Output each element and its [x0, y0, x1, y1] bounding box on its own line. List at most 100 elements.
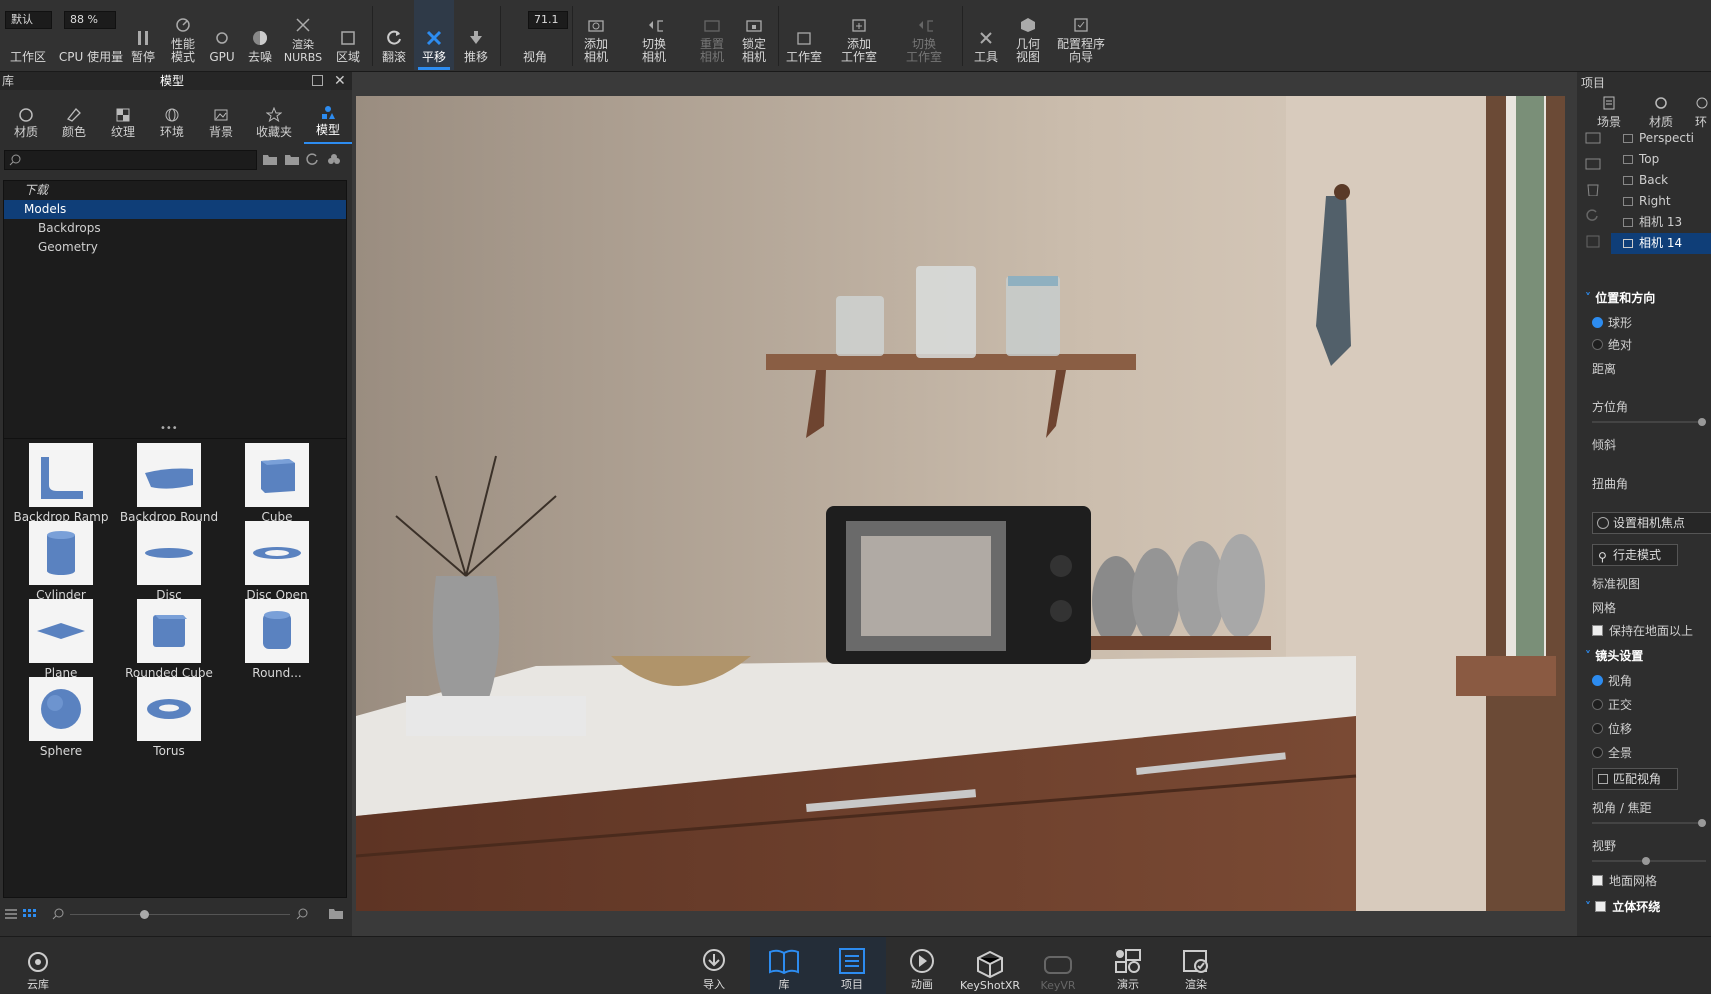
pause-button[interactable]: 暂停	[126, 0, 160, 70]
slider-knob[interactable]	[1698, 819, 1706, 827]
model-thumb-rounded-cube[interactable]: Rounded Cube	[116, 599, 222, 680]
radio-absolute[interactable]: 绝对	[1592, 336, 1632, 353]
model-thumb-cylinder[interactable]: Cylinder	[8, 521, 114, 602]
radio-panoramic[interactable]: 全景	[1592, 744, 1632, 761]
keep-above-ground-checkbox[interactable]: 保持在地面以上	[1592, 622, 1693, 639]
tree-item-backdrops[interactable]: Backdrops	[4, 219, 346, 238]
radio-fov[interactable]: 视角	[1592, 672, 1632, 689]
render-button[interactable]: 渲染	[1162, 937, 1230, 994]
cpu-usage-button[interactable]: CPU 使用量	[58, 0, 124, 70]
tab-models[interactable]: 模型	[304, 94, 352, 144]
tab-textures[interactable]: 纹理	[99, 94, 147, 144]
tools-button[interactable]: 工具	[968, 0, 1004, 70]
model-thumb-backdrop-round[interactable]: Backdrop Round	[116, 443, 222, 524]
cloud-library-button[interactable]: 云库	[4, 937, 72, 994]
tumble-button[interactable]: 翻滚	[376, 0, 412, 70]
render-viewport[interactable]	[356, 96, 1565, 911]
performance-mode-button[interactable]: 性能 模式	[164, 0, 202, 70]
section-position-orientation[interactable]: ˅ 位置和方向	[1585, 289, 1655, 306]
tab-material[interactable]: 材质	[1643, 96, 1679, 130]
radio-shift[interactable]: 位移	[1592, 720, 1632, 737]
render-nurbs-button[interactable]: 渲染 NURBS	[282, 0, 324, 70]
pan-button[interactable]: 平移	[414, 0, 454, 70]
section-stereo[interactable]: ˅ 立体环绕	[1585, 898, 1660, 915]
cloud-share-icon[interactable]	[326, 152, 342, 166]
open-folder-icon[interactable]	[328, 906, 344, 920]
perspective-button[interactable]: 视角	[504, 0, 566, 70]
tab-scene[interactable]: 场景	[1591, 96, 1627, 130]
match-perspective-button[interactable]: 匹配视角	[1592, 768, 1678, 790]
tab-materials[interactable]: 材质	[2, 94, 50, 144]
stereo-checkbox[interactable]	[1595, 901, 1607, 912]
radio-spherical[interactable]: 球形	[1592, 314, 1632, 331]
refresh-icon[interactable]	[1585, 208, 1601, 222]
camera-item-top[interactable]: Top	[1611, 149, 1711, 170]
section-lens-settings[interactable]: ˅ 镜头设置	[1585, 647, 1643, 664]
set-camera-focus-button[interactable]: 设置相机焦点	[1592, 512, 1711, 534]
tree-item-models[interactable]: Models	[4, 200, 346, 219]
tab-environment[interactable]: 环	[1695, 96, 1711, 130]
float-panel-icon[interactable]	[312, 75, 323, 86]
slider-knob[interactable]	[1642, 857, 1650, 865]
save-icon[interactable]	[1585, 234, 1601, 248]
configurator-wizard-button[interactable]: 配置程序 向导	[1052, 0, 1110, 70]
studio-button[interactable]: 工作室	[782, 0, 826, 70]
model-thumb-disc-open[interactable]: Disc Open	[224, 521, 330, 602]
gpu-button[interactable]: GPU	[206, 0, 238, 70]
keyshotxr-button[interactable]: KeyShotXR	[956, 937, 1024, 994]
folder-icon[interactable]	[284, 152, 300, 166]
tab-colors[interactable]: 颜色	[50, 94, 98, 144]
refresh-icon[interactable]	[305, 152, 319, 166]
model-thumb-plane[interactable]: Plane	[8, 599, 114, 680]
trash-icon[interactable]	[1585, 182, 1601, 196]
camera-copy-icon[interactable]	[1585, 156, 1601, 170]
camera-item-right[interactable]: Right	[1611, 191, 1711, 212]
close-icon[interactable]: ✕	[334, 72, 346, 90]
workspace-button[interactable]: 工作区	[4, 0, 52, 70]
project-toggle-button[interactable]: 项目	[818, 937, 886, 994]
model-thumb-cube[interactable]: Cube	[224, 443, 330, 524]
slider-knob[interactable]	[140, 910, 149, 919]
animation-button[interactable]: 动画	[888, 937, 956, 994]
tab-favorites[interactable]: 收藏夹	[246, 94, 302, 144]
walk-mode-button[interactable]: ⚲ 行走模式	[1592, 544, 1678, 566]
presentation-button[interactable]: 演示	[1094, 937, 1162, 994]
camera-add-icon[interactable]	[1585, 130, 1601, 144]
add-camera-button[interactable]: 添加 相机	[576, 0, 616, 70]
model-thumb-disc[interactable]: Disc	[116, 521, 222, 602]
fov-focal-slider[interactable]	[1592, 819, 1706, 827]
splitter-handle[interactable]: •••	[160, 424, 188, 434]
camera-item-13[interactable]: 相机 13	[1611, 212, 1711, 233]
switch-studio-button[interactable]: 切换 工作室	[892, 0, 956, 70]
lock-camera-button[interactable]: 锁定 相机	[734, 0, 774, 70]
denoise-button[interactable]: 去噪	[242, 0, 278, 70]
grid-view-icon[interactable]	[22, 908, 36, 920]
model-thumb-sphere[interactable]: Sphere	[8, 677, 114, 758]
tree-item-downloads[interactable]: 下载	[4, 181, 346, 200]
tab-environments[interactable]: 环境	[148, 94, 196, 144]
region-button[interactable]: 区域	[330, 0, 366, 70]
tab-backplates[interactable]: 背景	[197, 94, 245, 144]
slider-knob[interactable]	[1698, 418, 1706, 426]
reset-camera-button[interactable]: 重置 相机	[692, 0, 732, 70]
keyvr-button[interactable]: KeyVR	[1024, 937, 1092, 994]
import-button[interactable]: 导入	[680, 937, 748, 994]
dolly-button[interactable]: 推移	[456, 0, 496, 70]
list-view-icon[interactable]	[4, 908, 18, 920]
add-studio-button[interactable]: 添加 工作室	[834, 0, 884, 70]
radio-orthographic[interactable]: 正交	[1592, 696, 1632, 713]
geometry-view-button[interactable]: 几何 视图	[1008, 0, 1048, 70]
field-of-view-slider[interactable]	[1592, 857, 1706, 865]
model-thumb-backdrop-ramp[interactable]: Backdrop Ramp	[8, 443, 114, 524]
thumbnail-size-slider[interactable]	[70, 910, 290, 919]
camera-item-back[interactable]: Back	[1611, 170, 1711, 191]
tree-item-geometry[interactable]: Geometry	[4, 238, 346, 257]
switch-camera-button[interactable]: 切换 相机	[622, 0, 686, 70]
search-input[interactable]	[4, 150, 257, 170]
camera-item-perspective[interactable]: Perspecti	[1611, 128, 1711, 149]
model-thumb-torus[interactable]: Torus	[116, 677, 222, 758]
camera-item-14[interactable]: 相机 14	[1611, 233, 1711, 254]
ground-grid-checkbox[interactable]: 地面网格	[1592, 872, 1657, 889]
model-thumb-rounded-cylinder[interactable]: Round...	[224, 599, 330, 680]
folder-add-icon[interactable]	[262, 152, 278, 166]
